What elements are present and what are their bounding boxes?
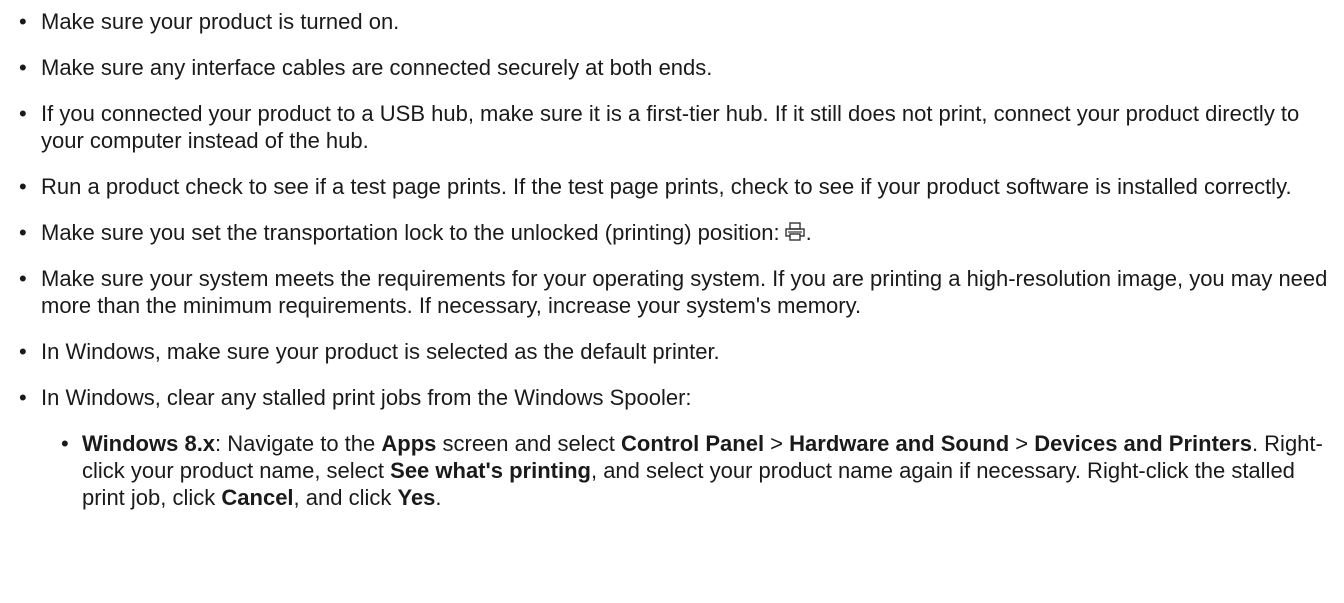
list-item-text: In Windows, clear any stalled print jobs…	[41, 385, 692, 410]
list-item: In Windows, make sure your product is se…	[0, 338, 1344, 365]
list-item: In Windows, clear any stalled print jobs…	[0, 384, 1344, 511]
sub-text: screen and select	[436, 431, 622, 456]
sub-text: , and click	[293, 485, 398, 510]
separator: >	[764, 431, 790, 456]
list-item-text: Make sure your product is turned on.	[41, 9, 400, 34]
list-item-text: Run a product check to see if a test pag…	[41, 174, 1292, 199]
separator: >	[1009, 431, 1035, 456]
hardware-sound-label: Hardware and Sound	[789, 431, 1010, 456]
apps-label: Apps	[381, 431, 437, 456]
os-label: Windows 8.x	[82, 431, 216, 456]
list-item: If you connected your product to a USB h…	[0, 100, 1344, 154]
list-item: Make sure any interface cables are conne…	[0, 54, 1344, 81]
list-item-text: Make sure you set the transportation loc…	[41, 220, 780, 245]
sub-text: .	[435, 485, 442, 510]
list-item: Make sure you set the transportation loc…	[0, 219, 1344, 246]
sub-text: : Navigate to the	[215, 431, 382, 456]
troubleshooting-list: Make sure your product is turned on. Mak…	[0, 8, 1344, 511]
cancel-label: Cancel	[221, 485, 294, 510]
list-item-text: In Windows, make sure your product is se…	[41, 339, 720, 364]
list-item: Make sure your system meets the requirem…	[0, 265, 1344, 319]
list-item-text: Make sure your system meets the requirem…	[41, 266, 1328, 318]
troubleshooting-page: Make sure your product is turned on. Mak…	[0, 0, 1344, 603]
devices-printers-label: Devices and Printers	[1034, 431, 1252, 456]
list-item-text: Make sure any interface cables are conne…	[41, 55, 713, 80]
control-panel-label: Control Panel	[621, 431, 765, 456]
printer-lock-icon	[784, 221, 806, 241]
list-item: Make sure your product is turned on.	[0, 8, 1344, 35]
list-item-text-end: .	[805, 220, 812, 245]
spooler-sublist: Windows 8.x: Navigate to the Apps screen…	[41, 430, 1334, 511]
list-item: Run a product check to see if a test pag…	[0, 173, 1344, 200]
see-printing-label: See what's printing	[390, 458, 591, 483]
sub-list-item: Windows 8.x: Navigate to the Apps screen…	[41, 430, 1334, 511]
yes-label: Yes	[397, 485, 436, 510]
list-item-text: If you connected your product to a USB h…	[41, 101, 1300, 153]
